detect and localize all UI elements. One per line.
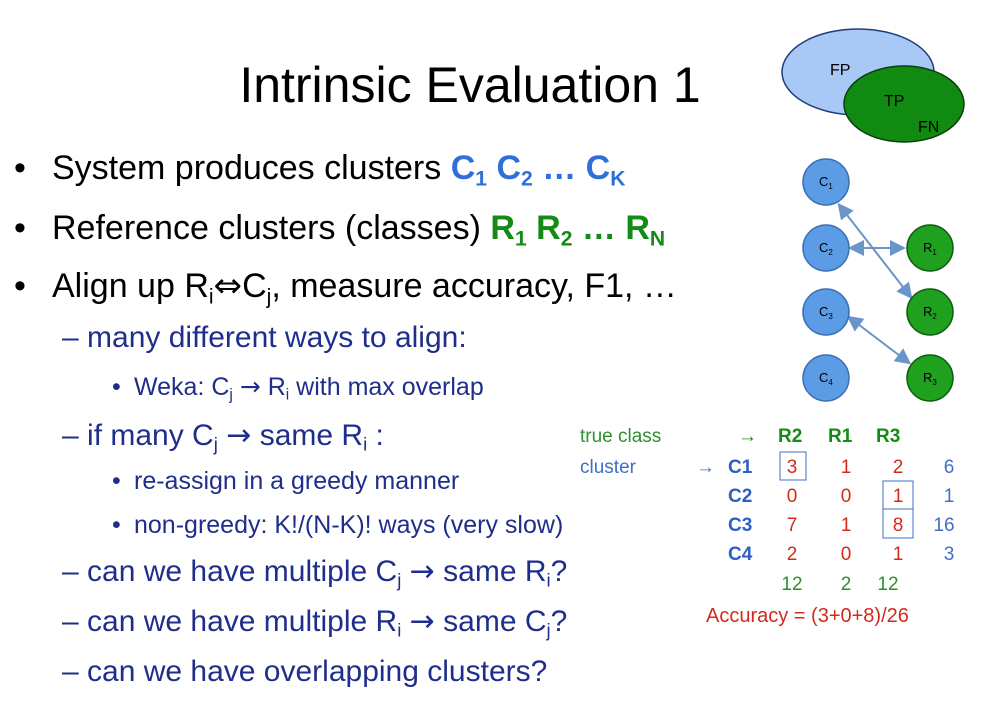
alignment-graph: C1 C2 C3 C4 R1 R2 R3 <box>802 158 954 402</box>
right-arrow-icon: → <box>226 418 252 453</box>
cell-c3-r3: 8 <box>893 515 904 536</box>
coltotal-r3: 12 <box>877 574 898 595</box>
bullet-align-up: • Align up Ri⇔Cj, measure accuracy, F1, … <box>14 266 677 309</box>
col-header-r1: R1 <box>828 426 853 447</box>
node-r1: R1 <box>906 224 954 272</box>
cell-c4-r2: 2 <box>787 544 798 565</box>
bullet-dot: • <box>14 149 26 187</box>
dash: – <box>62 605 88 638</box>
total-c2: 1 <box>944 486 955 507</box>
sub-bullet-many-ways: – many different ways to align: <box>62 321 467 354</box>
bullet-dot: • <box>112 511 121 539</box>
node-c2: C2 <box>802 224 850 272</box>
cell-c1-r1: 1 <box>841 457 852 478</box>
cell-c3-r2: 7 <box>787 515 798 536</box>
node-c1: C1 <box>802 158 850 206</box>
venn-diagram: FP TP FN <box>781 28 965 143</box>
col-header-r2: R2 <box>778 426 802 447</box>
bullet-system-clusters: • System produces clusters C1 C2 … CK <box>14 149 626 191</box>
right-arrow-icon: → <box>409 554 435 589</box>
total-c3: 16 <box>933 515 954 536</box>
dash: – <box>62 321 88 354</box>
node-r2: R2 <box>906 288 954 336</box>
double-arrow-icon: ⇔ <box>213 266 243 306</box>
row-name-c1: C1 <box>728 457 753 478</box>
dash: – <box>62 555 88 588</box>
edge-c3-r3 <box>846 315 912 365</box>
node-c3: C3 <box>802 288 850 336</box>
sub-sub-bullet-non-greedy: • non-greedy: K!/(N-K)! ways (very slow) <box>112 511 564 539</box>
node-r3: R3 <box>906 354 954 402</box>
total-c4: 3 <box>944 544 955 565</box>
cell-c2-r3: 1 <box>893 486 904 507</box>
cell-c2-r1: 0 <box>841 486 852 507</box>
sub-sub-bullet-weka: • Weka: Cj → Ri with max overlap <box>112 372 484 404</box>
bullet-dot: • <box>14 209 26 247</box>
cell-c1-r3: 2 <box>893 457 904 478</box>
header-arrow-icon: → <box>738 426 757 447</box>
bullet-dot: • <box>112 373 121 401</box>
right-arrow-icon: → <box>239 372 261 401</box>
edge-c1-r2 <box>837 202 913 300</box>
row-name-c2: C2 <box>728 486 752 507</box>
sub-bullet-multiple-ri: – can we have multiple Ri → same Cj? <box>62 604 568 641</box>
row-label: cluster <box>580 457 637 478</box>
row-name-c4: C4 <box>728 544 753 565</box>
right-arrow-icon: → <box>409 604 435 639</box>
dash: – <box>62 655 88 688</box>
cell-c3-r1: 1 <box>841 515 852 536</box>
cell-c2-r2: 0 <box>787 486 798 507</box>
total-c1: 6 <box>944 457 955 478</box>
accuracy-formula: Accuracy = (3+0+8)/26 <box>706 605 909 627</box>
bullet-dot: • <box>112 467 121 495</box>
cell-c1-r2: 3 <box>787 457 798 478</box>
coltotal-r1: 2 <box>841 574 852 595</box>
venn-tp-label: TP <box>884 93 904 110</box>
header-label: true class <box>580 426 661 447</box>
cell-c4-r3: 1 <box>893 544 904 565</box>
cell-c4-r1: 0 <box>841 544 852 565</box>
node-c4: C4 <box>802 354 850 402</box>
confusion-table: true class → R2 R1 R3 cluster → C1 C2 C3… <box>580 426 955 627</box>
sub-bullet-multiple-cj: – can we have multiple Cj → same Ri? <box>62 554 568 591</box>
venn-fp-label: FP <box>830 62 850 79</box>
sub-bullet-overlapping: – can we have overlapping clusters? <box>62 655 548 688</box>
dash: – <box>62 419 88 452</box>
venn-fn-label: FN <box>918 119 939 136</box>
sub-sub-bullet-greedy: • re-assign in a greedy manner <box>112 467 460 495</box>
coltotal-r2: 12 <box>781 574 802 595</box>
sub-bullet-if-many: – if many Cj → same Ri : <box>62 418 384 455</box>
bullet-reference-clusters: • Reference clusters (classes) R1 R2 … RN <box>14 209 666 251</box>
row-arrow-icon: → <box>696 457 715 478</box>
row-name-c3: C3 <box>728 515 752 536</box>
bullet-dot: • <box>14 267 26 305</box>
col-header-r3: R3 <box>876 426 900 447</box>
